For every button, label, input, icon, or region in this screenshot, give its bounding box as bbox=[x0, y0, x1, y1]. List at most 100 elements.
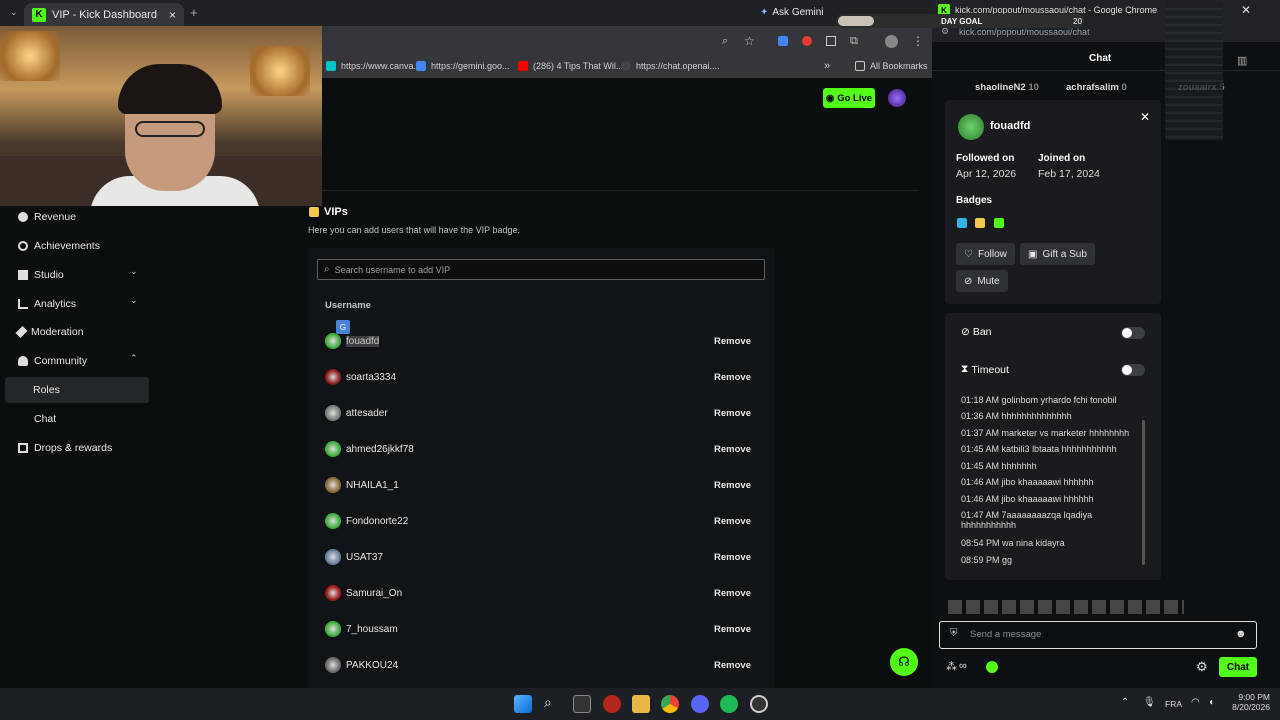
settings-gear-icon[interactable]: ⚙ bbox=[1196, 659, 1208, 675]
spotify-icon[interactable] bbox=[720, 695, 738, 713]
message-text: marketer vs marketer hhhhhhhh bbox=[1001, 428, 1130, 438]
sidebar-item-achievements[interactable]: Achievements bbox=[18, 236, 100, 256]
tab-search-icon[interactable]: ⌄ bbox=[10, 7, 18, 18]
extension-qr-icon[interactable] bbox=[826, 36, 836, 46]
followed-date: Apr 12, 2026 bbox=[956, 168, 1017, 180]
message-time: 01:45 AM bbox=[961, 461, 1000, 471]
volume-icon[interactable]: ◖ bbox=[1208, 697, 1214, 708]
remove-button[interactable]: Remove bbox=[714, 444, 751, 455]
message-text: gg bbox=[1002, 555, 1013, 565]
bookmark-youtube[interactable]: (286) 4 Tips That Wil... bbox=[518, 61, 623, 71]
close-window-icon[interactable]: ✕ bbox=[1241, 3, 1251, 17]
extension-record-icon[interactable] bbox=[802, 36, 812, 46]
discord-icon[interactable] bbox=[691, 695, 709, 713]
close-tab-icon[interactable]: × bbox=[169, 8, 176, 22]
windows-start-icon[interactable] bbox=[514, 695, 532, 713]
wifi-icon[interactable]: ◠ bbox=[1191, 697, 1200, 708]
sidebar-item-revenue[interactable]: Revenue bbox=[18, 207, 76, 227]
obs-icon[interactable] bbox=[750, 695, 768, 713]
chevron-down-icon[interactable]: ⌄ bbox=[130, 295, 138, 306]
sidebar-item-analytics[interactable]: Analytics bbox=[18, 294, 76, 314]
vip-username[interactable]: Fondonorte22 bbox=[346, 516, 408, 527]
support-headset-button[interactable]: ☊ bbox=[890, 648, 918, 676]
remove-button[interactable]: Remove bbox=[714, 480, 751, 491]
remove-button[interactable]: Remove bbox=[714, 372, 751, 383]
chrome-icon[interactable] bbox=[661, 695, 679, 713]
infinity-icon[interactable]: ∞ bbox=[959, 660, 967, 672]
remove-button[interactable]: Remove bbox=[714, 660, 751, 671]
stats-icon[interactable]: ⁂ bbox=[946, 660, 957, 673]
user-avatar[interactable] bbox=[888, 89, 906, 107]
clock[interactable]: 9:00 PM 8/20/2026 bbox=[1226, 692, 1270, 712]
close-icon[interactable]: ✕ bbox=[1140, 110, 1150, 124]
chevron-up-icon[interactable]: ⌃ bbox=[130, 353, 138, 364]
language-indicator[interactable]: FRA bbox=[1165, 699, 1182, 709]
file-explorer-icon[interactable] bbox=[632, 695, 650, 713]
sidebar-item-roles[interactable]: Roles bbox=[33, 380, 60, 400]
gift-sub-button[interactable]: ▣ Gift a Sub bbox=[1020, 243, 1095, 265]
message-time: 01:46 AM bbox=[961, 477, 1000, 487]
search-icon: ⌕ bbox=[324, 264, 330, 275]
top-user-2: achrafsalim 0 bbox=[1066, 82, 1127, 93]
vip-username[interactable]: attesader bbox=[346, 408, 388, 419]
zoom-icon[interactable]: ⌕ bbox=[722, 35, 728, 48]
bookmark-canva[interactable]: https://www.canva... bbox=[326, 61, 421, 71]
remove-button[interactable]: Remove bbox=[714, 624, 751, 635]
users-list-icon[interactable]: ▥ bbox=[1237, 54, 1247, 67]
app-icon[interactable] bbox=[603, 695, 621, 713]
sidebar-item-community[interactable]: Community bbox=[18, 351, 87, 371]
follow-button[interactable]: ♡ Follow bbox=[956, 243, 1015, 265]
timeout-toggle[interactable] bbox=[1121, 364, 1145, 376]
bookmark-gemini[interactable]: https://gemini.goo... bbox=[416, 61, 510, 71]
new-tab-button[interactable]: + bbox=[190, 5, 198, 20]
subscriber-badge-icon bbox=[994, 218, 1004, 228]
ask-gemini-button[interactable]: ✦ Ask Gemini bbox=[760, 7, 824, 18]
extensions-puzzle-icon[interactable]: ⧉ bbox=[850, 35, 858, 48]
bookmark-star-icon[interactable]: ☆ bbox=[744, 34, 755, 48]
kick-logo-icon: K bbox=[32, 7, 46, 22]
vip-username[interactable]: NHAILA1_1 bbox=[346, 480, 399, 491]
profile-avatar[interactable] bbox=[885, 35, 898, 48]
ban-toggle[interactable] bbox=[1121, 327, 1145, 339]
go-live-button[interactable]: ◉ Go Live bbox=[823, 88, 875, 108]
sidebar-item-chat[interactable]: Chat bbox=[34, 409, 56, 429]
remove-button[interactable]: Remove bbox=[714, 408, 751, 419]
vip-username[interactable]: soarta3334 bbox=[346, 372, 396, 383]
extension-icon[interactable] bbox=[778, 36, 788, 46]
menu-kebab-icon[interactable]: ⋮ bbox=[912, 34, 924, 48]
bookmark-openai[interactable]: https://chat.openai.... bbox=[621, 61, 720, 71]
task-view-icon[interactable] bbox=[573, 695, 591, 713]
sidebar-item-moderation[interactable]: Moderation bbox=[15, 322, 84, 342]
remove-button[interactable]: Remove bbox=[714, 516, 751, 527]
sidebar-item-drops-rewards[interactable]: Drops & rewards bbox=[18, 438, 112, 458]
remove-button[interactable]: Remove bbox=[714, 552, 751, 563]
vip-username[interactable]: 7_houssam bbox=[346, 624, 398, 635]
microphone-icon[interactable]: 🎙 bbox=[1143, 697, 1156, 708]
tab-vip-dashboard[interactable]: K VIP - Kick Dashboard × bbox=[24, 3, 184, 26]
sidebar-item-label: Roles bbox=[33, 384, 60, 396]
emote-row[interactable] bbox=[948, 600, 1184, 614]
remove-button[interactable]: Remove bbox=[714, 336, 751, 347]
user-card-username[interactable]: fouadfd bbox=[990, 120, 1030, 132]
search-icon[interactable]: ⌕ bbox=[544, 694, 552, 711]
send-chat-button[interactable]: Chat bbox=[1219, 657, 1257, 677]
vip-username[interactable]: fouadfd bbox=[346, 335, 380, 347]
vip-username[interactable]: ahmed26jkkf78 bbox=[346, 444, 414, 455]
user-avatar bbox=[325, 549, 341, 565]
vip-username[interactable]: PAKKOU24 bbox=[346, 660, 398, 671]
lamp-glow bbox=[0, 31, 60, 81]
vip-username[interactable]: USAT37 bbox=[346, 552, 383, 563]
tray-chevron-icon[interactable]: ⌃ bbox=[1121, 697, 1129, 708]
chevron-down-icon[interactable]: ⌄ bbox=[130, 266, 138, 277]
search-input[interactable]: ⌕ Search username to add VIP bbox=[317, 259, 765, 280]
remove-button[interactable]: Remove bbox=[714, 588, 751, 599]
kick-points-icon[interactable] bbox=[986, 661, 998, 673]
emoji-icon[interactable]: ☻ bbox=[1235, 628, 1247, 640]
vip-username[interactable]: Samurai_On bbox=[346, 588, 402, 599]
message-time: 01:36 AM bbox=[961, 411, 1000, 421]
sidebar-item-studio[interactable]: Studio bbox=[18, 265, 64, 285]
day-goal-value: 20 bbox=[1073, 17, 1082, 26]
mute-button[interactable]: ⊘ Mute bbox=[956, 270, 1008, 292]
more-bookmarks-icon[interactable]: » bbox=[824, 60, 830, 72]
all-bookmarks[interactable]: All Bookmarks bbox=[855, 61, 928, 71]
